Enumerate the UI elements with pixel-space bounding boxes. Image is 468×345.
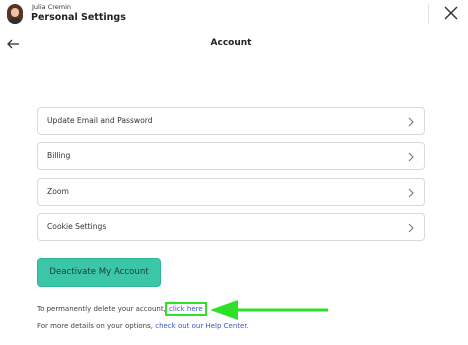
close-button[interactable] xyxy=(442,4,460,22)
help-center-suffix: . xyxy=(246,322,249,330)
menu-item-label: Cookie Settings xyxy=(47,222,107,231)
header-divider xyxy=(428,4,429,24)
delete-account-prefix: To permanently delete your account, xyxy=(37,305,166,313)
menu-item-label: Billing xyxy=(47,151,71,160)
menu-item-billing[interactable]: Billing xyxy=(37,142,425,170)
deactivate-account-button[interactable]: Deactivate My Account xyxy=(37,258,161,287)
menu-item-cookie-settings[interactable]: Cookie Settings xyxy=(37,213,425,241)
help-center-prefix: For more details on your options, xyxy=(37,322,153,330)
account-settings-page: Julia Cremin Personal Settings Account U… xyxy=(0,0,468,345)
top-header: Julia Cremin Personal Settings xyxy=(0,0,468,30)
annotation-arrow-icon xyxy=(210,300,328,320)
menu-item-label: Update Email and Password xyxy=(47,116,153,125)
chevron-right-icon xyxy=(408,188,414,198)
menu-item-update-email-password[interactable]: Update Email and Password xyxy=(37,107,425,135)
menu-item-label: Zoom xyxy=(47,187,69,196)
page-title: Account xyxy=(210,38,252,48)
chevron-right-icon xyxy=(408,152,414,162)
help-center-text: For more details on your options, check … xyxy=(37,322,249,330)
section-title: Personal Settings xyxy=(31,12,126,23)
delete-account-link[interactable]: click here xyxy=(165,302,207,316)
chevron-right-icon xyxy=(408,223,414,233)
menu-item-zoom[interactable]: Zoom xyxy=(37,178,425,206)
chevron-right-icon xyxy=(408,117,414,127)
delete-account-text: To permanently delete your account, clic… xyxy=(37,302,207,316)
avatar[interactable] xyxy=(7,4,23,24)
help-center-link[interactable]: check out our Help Center xyxy=(155,322,246,330)
close-icon xyxy=(444,6,458,20)
user-name: Julia Cremin xyxy=(32,3,72,11)
